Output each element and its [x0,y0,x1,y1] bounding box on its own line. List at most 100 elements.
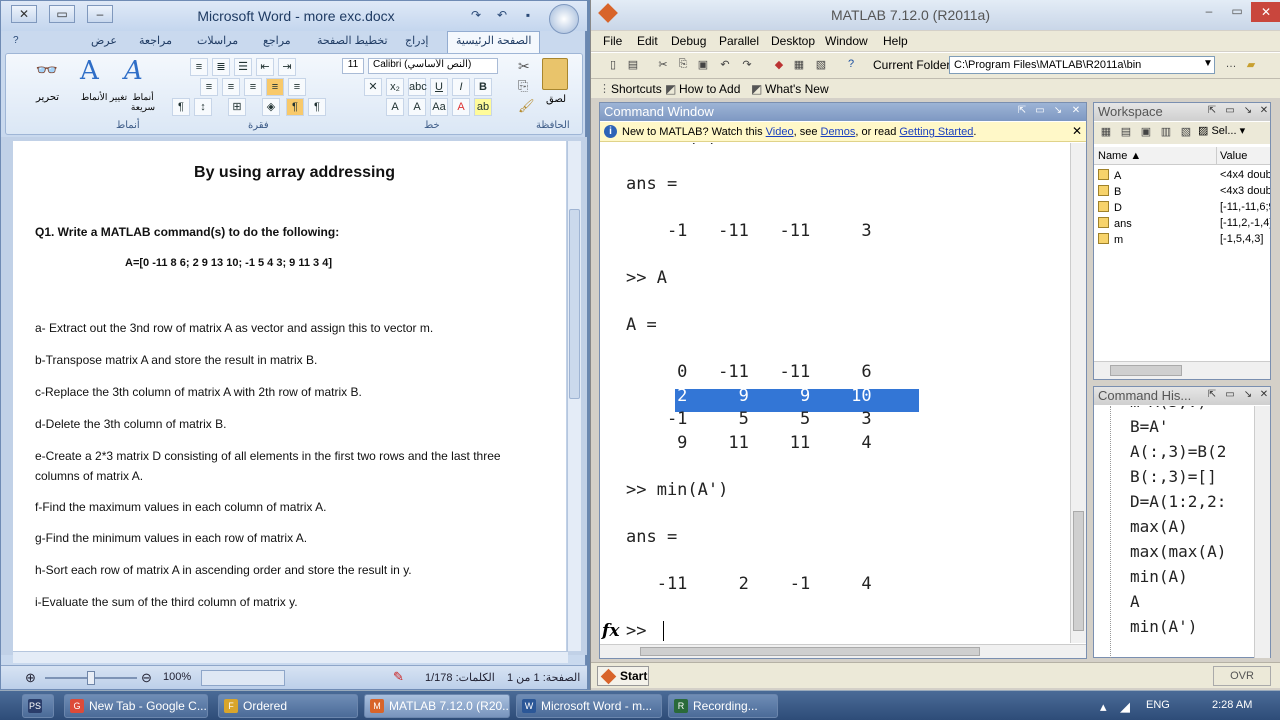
multilevel-icon[interactable]: ☰ [234,58,252,76]
word-count[interactable]: الكلمات: 1/178 [425,671,495,684]
tab-references[interactable]: مراجع [263,34,291,47]
align-left-icon[interactable]: ≡ [266,78,284,96]
how-to-add-link[interactable]: How to Add [679,82,740,96]
minimize-button[interactable]: – [87,5,113,23]
col-value-header[interactable]: Value [1220,150,1247,162]
subscript-icon[interactable]: x₂ [386,78,404,96]
workspace-row[interactable]: ans [-11,2,-1,4] [1094,217,1270,233]
show-marks-icon[interactable]: ¶ [172,98,190,116]
clock[interactable]: 2:28 AM [1212,699,1252,711]
ltr-icon[interactable]: ¶ [286,98,304,116]
menu-debug[interactable]: Debug [671,34,706,48]
close-icon[interactable]: ✕ [1258,389,1270,401]
maximize-icon[interactable]: ▭ [1224,105,1236,117]
scroll-thumb[interactable] [569,209,580,399]
maximize-icon[interactable]: ▭ [1034,105,1046,117]
proofing-icon[interactable]: ✎ [393,669,404,685]
history-item[interactable]: A(:,3)=B(2 [1130,442,1226,461]
italic-icon[interactable]: I [452,78,470,96]
video-link[interactable]: Video [766,126,794,138]
close-icon[interactable]: ✕ [1070,105,1082,117]
maximize-icon[interactable]: ▭ [1224,389,1236,401]
copy-icon[interactable]: ⎘ [675,58,691,74]
history-item[interactable]: A [1130,592,1140,611]
dock-icon[interactable]: ↘ [1242,389,1254,401]
taskbar-item[interactable]: R Recording... [668,694,778,718]
zoom-in-icon[interactable]: ⊕ [25,670,36,686]
simulink-icon[interactable]: ◆ [771,58,787,74]
font-color-icon[interactable]: A [452,98,470,116]
close-icon[interactable]: ✕ [1258,105,1270,117]
new-variable-icon[interactable]: ▦ [1098,125,1114,141]
history-item[interactable]: min(A') [1130,617,1197,636]
view-buttons[interactable] [201,670,285,686]
numbering-icon[interactable]: ≣ [212,58,230,76]
cut-icon[interactable]: ✂ [655,58,671,74]
undock-icon[interactable]: ⇱ [1016,105,1028,117]
close-button[interactable]: ✕ [11,5,37,23]
print-icon[interactable]: ▥ [1158,125,1174,141]
whats-new-link[interactable]: What's New [765,82,829,96]
tab-home[interactable]: الصفحة الرئيسية [447,31,541,53]
new-file-icon[interactable]: ▯ [605,58,621,74]
network-icon[interactable]: ▴ [1100,699,1107,715]
sort-icon[interactable]: ↕ [194,98,212,116]
menu-parallel[interactable]: Parallel [719,34,759,48]
history-item[interactable]: B(:,3)=[] [1130,467,1217,486]
help-icon[interactable]: ? [843,58,859,74]
undo-icon[interactable]: ↶ [493,8,511,24]
paste-icon[interactable]: ▣ [695,58,711,74]
workspace-row[interactable]: A <4x4 doub [1094,169,1270,185]
command-vertical-scrollbar[interactable] [1070,143,1086,643]
redo-icon[interactable]: ↷ [739,58,755,74]
menu-help[interactable]: Help [883,34,908,48]
change-case-icon[interactable]: Aa [430,98,448,116]
quick-styles-label[interactable]: أنماط سريعة [122,92,164,112]
horizontal-scrollbar[interactable] [13,651,568,663]
center-icon[interactable]: ≡ [244,78,262,96]
maximize-button[interactable]: ▭ [49,5,75,23]
underline-icon[interactable]: U [430,78,448,96]
rtl-para-icon[interactable]: ¶ [308,98,326,116]
scroll-thumb[interactable] [1110,365,1182,376]
format-painter-icon[interactable]: 🖌 [518,98,535,114]
maximize-button[interactable]: ▭ [1225,4,1249,22]
help-icon[interactable]: ? [13,35,19,46]
demos-link[interactable]: Demos [821,126,856,138]
menu-file[interactable]: File [603,34,622,48]
workspace-row[interactable]: D [-11,-11,6;9 [1094,201,1270,217]
tab-review[interactable]: مراجعة [139,34,172,47]
history-item[interactable]: m=A(3,:) [1130,406,1207,411]
strikethrough-icon[interactable]: abc [408,78,427,96]
dock-icon[interactable]: ↘ [1242,105,1254,117]
scroll-thumb[interactable] [1073,511,1084,631]
save-icon[interactable]: ▪ [519,8,537,24]
borders-icon[interactable]: ⊞ [228,98,246,116]
taskbar-item[interactable]: PS [22,694,54,718]
minimize-button[interactable]: – [1197,4,1221,22]
history-item[interactable]: max(max(A) [1130,542,1226,561]
highlight-icon[interactable]: ab [474,98,492,116]
col-name-header[interactable]: Name ▲ [1098,150,1141,162]
menu-desktop[interactable]: Desktop [771,34,815,48]
history-scrollbar[interactable] [1254,406,1270,658]
select-data-dropdown[interactable]: ▨ Sel... ▾ [1198,124,1245,137]
quick-styles-icon[interactable]: A [124,56,143,86]
workspace-scrollbar[interactable] [1094,361,1270,379]
folder-up-icon[interactable]: ▰ [1243,58,1259,74]
zoom-level[interactable]: 100% [163,671,191,683]
command-horizontal-scrollbar[interactable] [600,644,1086,658]
history-item[interactable]: D=A(1:2,2: [1130,492,1226,511]
taskbar-item[interactable]: M MATLAB 7.12.0 (R20... [364,694,510,718]
workspace-panel[interactable]: Workspace ⇱ ▭ ↘ ✕ ▦ ▤ ▣ ▥ ▧ ▨ Sel... ▾ N… [1093,102,1271,380]
undock-icon[interactable]: ⇱ [1206,105,1218,117]
profiler-icon[interactable]: ▧ [813,58,829,74]
dock-icon[interactable]: ↘ [1052,105,1064,117]
current-folder-field[interactable]: C:\Program Files\MATLAB\R2011a\bin [949,56,1215,74]
editing-label[interactable]: تحرير [36,92,59,103]
chevron-down-icon[interactable]: ▼ [1203,58,1213,69]
bullets-icon[interactable]: ≡ [190,58,208,76]
tab-insert[interactable]: إدراج [405,34,428,47]
language-indicator[interactable]: ENG [1146,699,1170,711]
taskbar-item[interactable]: W Microsoft Word - m... [516,694,662,718]
